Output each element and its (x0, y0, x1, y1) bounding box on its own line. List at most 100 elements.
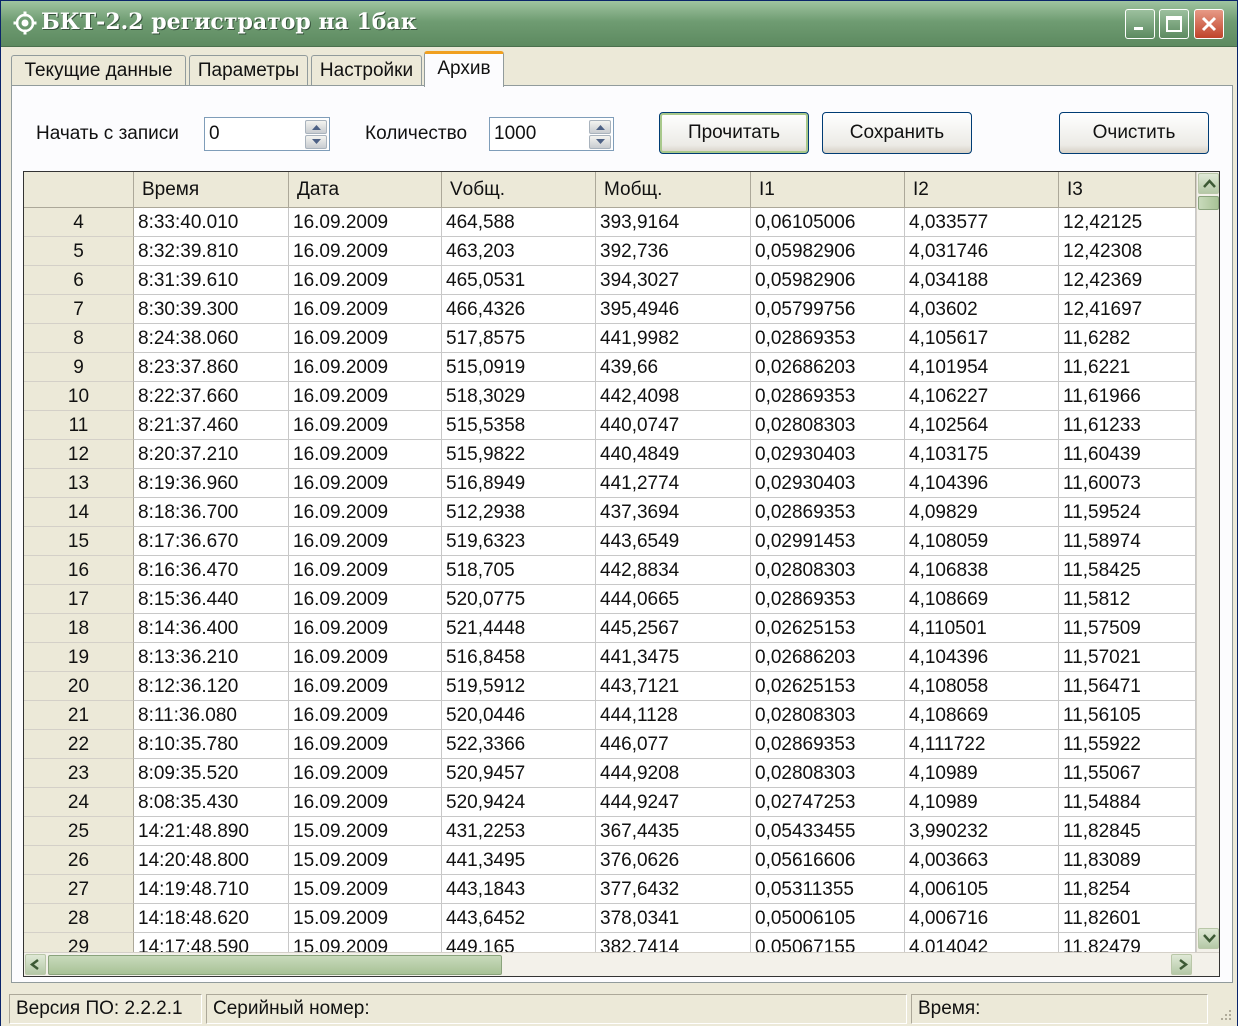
table-cell[interactable]: 522,3366 (442, 730, 596, 759)
table-cell[interactable]: 3,990232 (905, 817, 1059, 846)
table-cell[interactable]: 0,02625153 (751, 672, 905, 701)
table-cell[interactable]: 515,0919 (442, 353, 596, 382)
table-cell[interactable]: 377,6432 (596, 875, 751, 904)
row-header[interactable]: 6 (24, 266, 134, 295)
table-cell[interactable]: 0,06105006 (751, 208, 905, 237)
table-cell[interactable]: 518,705 (442, 556, 596, 585)
table-cell[interactable]: 11,83089 (1059, 846, 1196, 875)
table-cell[interactable]: 0,02869353 (751, 324, 905, 353)
table-cell[interactable]: 16.09.2009 (289, 324, 442, 353)
table-cell[interactable]: 0,05433455 (751, 817, 905, 846)
column-header[interactable]: I1 (751, 172, 905, 208)
table-cell[interactable]: 442,8834 (596, 556, 751, 585)
row-header[interactable]: 8 (24, 324, 134, 353)
table-cell[interactable]: 443,1843 (442, 875, 596, 904)
table-cell[interactable]: 11,8254 (1059, 875, 1196, 904)
row-header[interactable]: 17 (24, 585, 134, 614)
row-header[interactable]: 21 (24, 701, 134, 730)
table-cell[interactable]: 4,106838 (905, 556, 1059, 585)
table-cell[interactable]: 0,02686203 (751, 353, 905, 382)
table-cell[interactable]: 466,4326 (442, 295, 596, 324)
table-cell[interactable]: 12,42125 (1059, 208, 1196, 237)
table-cell[interactable]: 11,61233 (1059, 411, 1196, 440)
table-cell[interactable]: 464,588 (442, 208, 596, 237)
table-cell[interactable]: 376,0626 (596, 846, 751, 875)
table-cell[interactable]: 8:20:37.210 (134, 440, 289, 469)
table-cell[interactable]: 14:20:48.800 (134, 846, 289, 875)
table-cell[interactable]: 8:24:38.060 (134, 324, 289, 353)
table-cell[interactable]: 0,02808303 (751, 556, 905, 585)
count-down-button[interactable] (589, 135, 611, 149)
table-cell[interactable]: 8:12:36.120 (134, 672, 289, 701)
start-record-up-button[interactable] (305, 120, 327, 134)
table-cell[interactable]: 16.09.2009 (289, 469, 442, 498)
table-cell[interactable]: 11,61966 (1059, 382, 1196, 411)
table-cell[interactable]: 444,9247 (596, 788, 751, 817)
table-cell[interactable]: 445,2567 (596, 614, 751, 643)
table-cell[interactable]: 8:09:35.520 (134, 759, 289, 788)
table-cell[interactable]: 0,02808303 (751, 701, 905, 730)
table-cell[interactable]: 440,4849 (596, 440, 751, 469)
table-cell[interactable]: 16.09.2009 (289, 556, 442, 585)
scroll-down-button[interactable] (1198, 928, 1219, 949)
table-cell[interactable]: 0,02869353 (751, 382, 905, 411)
table-cell[interactable]: 0,02930403 (751, 469, 905, 498)
table-cell[interactable]: 4,108059 (905, 527, 1059, 556)
scroll-up-button[interactable] (1198, 173, 1219, 194)
table-cell[interactable]: 4,108669 (905, 585, 1059, 614)
table-cell[interactable]: 16.09.2009 (289, 382, 442, 411)
table-cell[interactable]: 11,59524 (1059, 498, 1196, 527)
table-cell[interactable]: 8:22:37.660 (134, 382, 289, 411)
table-cell[interactable]: 16.09.2009 (289, 614, 442, 643)
tab-settings[interactable]: Настройки (311, 55, 422, 86)
table-cell[interactable]: 8:10:35.780 (134, 730, 289, 759)
row-header[interactable]: 19 (24, 643, 134, 672)
table-cell[interactable]: 11,6282 (1059, 324, 1196, 353)
close-button[interactable] (1194, 9, 1224, 39)
table-cell[interactable]: 0,02686203 (751, 643, 905, 672)
table-cell[interactable]: 8:18:36.700 (134, 498, 289, 527)
table-cell[interactable]: 15.09.2009 (289, 904, 442, 933)
table-cell[interactable]: 14:21:48.890 (134, 817, 289, 846)
table-cell[interactable]: 0,05799756 (751, 295, 905, 324)
row-header[interactable]: 14 (24, 498, 134, 527)
table-cell[interactable]: 512,2938 (442, 498, 596, 527)
table-cell[interactable]: 16.09.2009 (289, 672, 442, 701)
table-cell[interactable]: 441,3495 (442, 846, 596, 875)
column-header[interactable]: Дата (289, 172, 442, 208)
table-cell[interactable]: 8:21:37.460 (134, 411, 289, 440)
table-cell[interactable]: 442,4098 (596, 382, 751, 411)
table-cell[interactable]: 519,5912 (442, 672, 596, 701)
table-cell[interactable]: 11,55922 (1059, 730, 1196, 759)
table-cell[interactable]: 4,104396 (905, 469, 1059, 498)
table-cell[interactable]: 4,10989 (905, 788, 1059, 817)
row-header[interactable]: 7 (24, 295, 134, 324)
column-header[interactable]: Мобщ. (596, 172, 751, 208)
scroll-right-button[interactable] (1171, 954, 1192, 975)
table-cell[interactable]: 441,2774 (596, 469, 751, 498)
table-cell[interactable]: 519,6323 (442, 527, 596, 556)
table-cell[interactable]: 16.09.2009 (289, 208, 442, 237)
table-cell[interactable]: 516,8458 (442, 643, 596, 672)
table-cell[interactable]: 11,60439 (1059, 440, 1196, 469)
table-cell[interactable]: 16.09.2009 (289, 527, 442, 556)
table-cell[interactable]: 367,4435 (596, 817, 751, 846)
scroll-left-button[interactable] (25, 954, 46, 975)
table-cell[interactable]: 11,57021 (1059, 643, 1196, 672)
table-cell[interactable]: 4,003663 (905, 846, 1059, 875)
column-header[interactable]: I3 (1059, 172, 1196, 208)
table-cell[interactable]: 11,6221 (1059, 353, 1196, 382)
table-cell[interactable]: 0,05006105 (751, 904, 905, 933)
tab-current-data[interactable]: Текущие данные (11, 55, 186, 86)
table-cell[interactable]: 15.09.2009 (289, 817, 442, 846)
table-cell[interactable]: 14:19:48.710 (134, 875, 289, 904)
table-cell[interactable]: 518,3029 (442, 382, 596, 411)
row-header[interactable]: 15 (24, 527, 134, 556)
table-cell[interactable]: 0,02747253 (751, 788, 905, 817)
table-cell[interactable]: 520,0775 (442, 585, 596, 614)
row-header[interactable]: 16 (24, 556, 134, 585)
table-cell[interactable]: 4,101954 (905, 353, 1059, 382)
row-header[interactable]: 12 (24, 440, 134, 469)
row-header[interactable]: 9 (24, 353, 134, 382)
row-header[interactable]: 18 (24, 614, 134, 643)
